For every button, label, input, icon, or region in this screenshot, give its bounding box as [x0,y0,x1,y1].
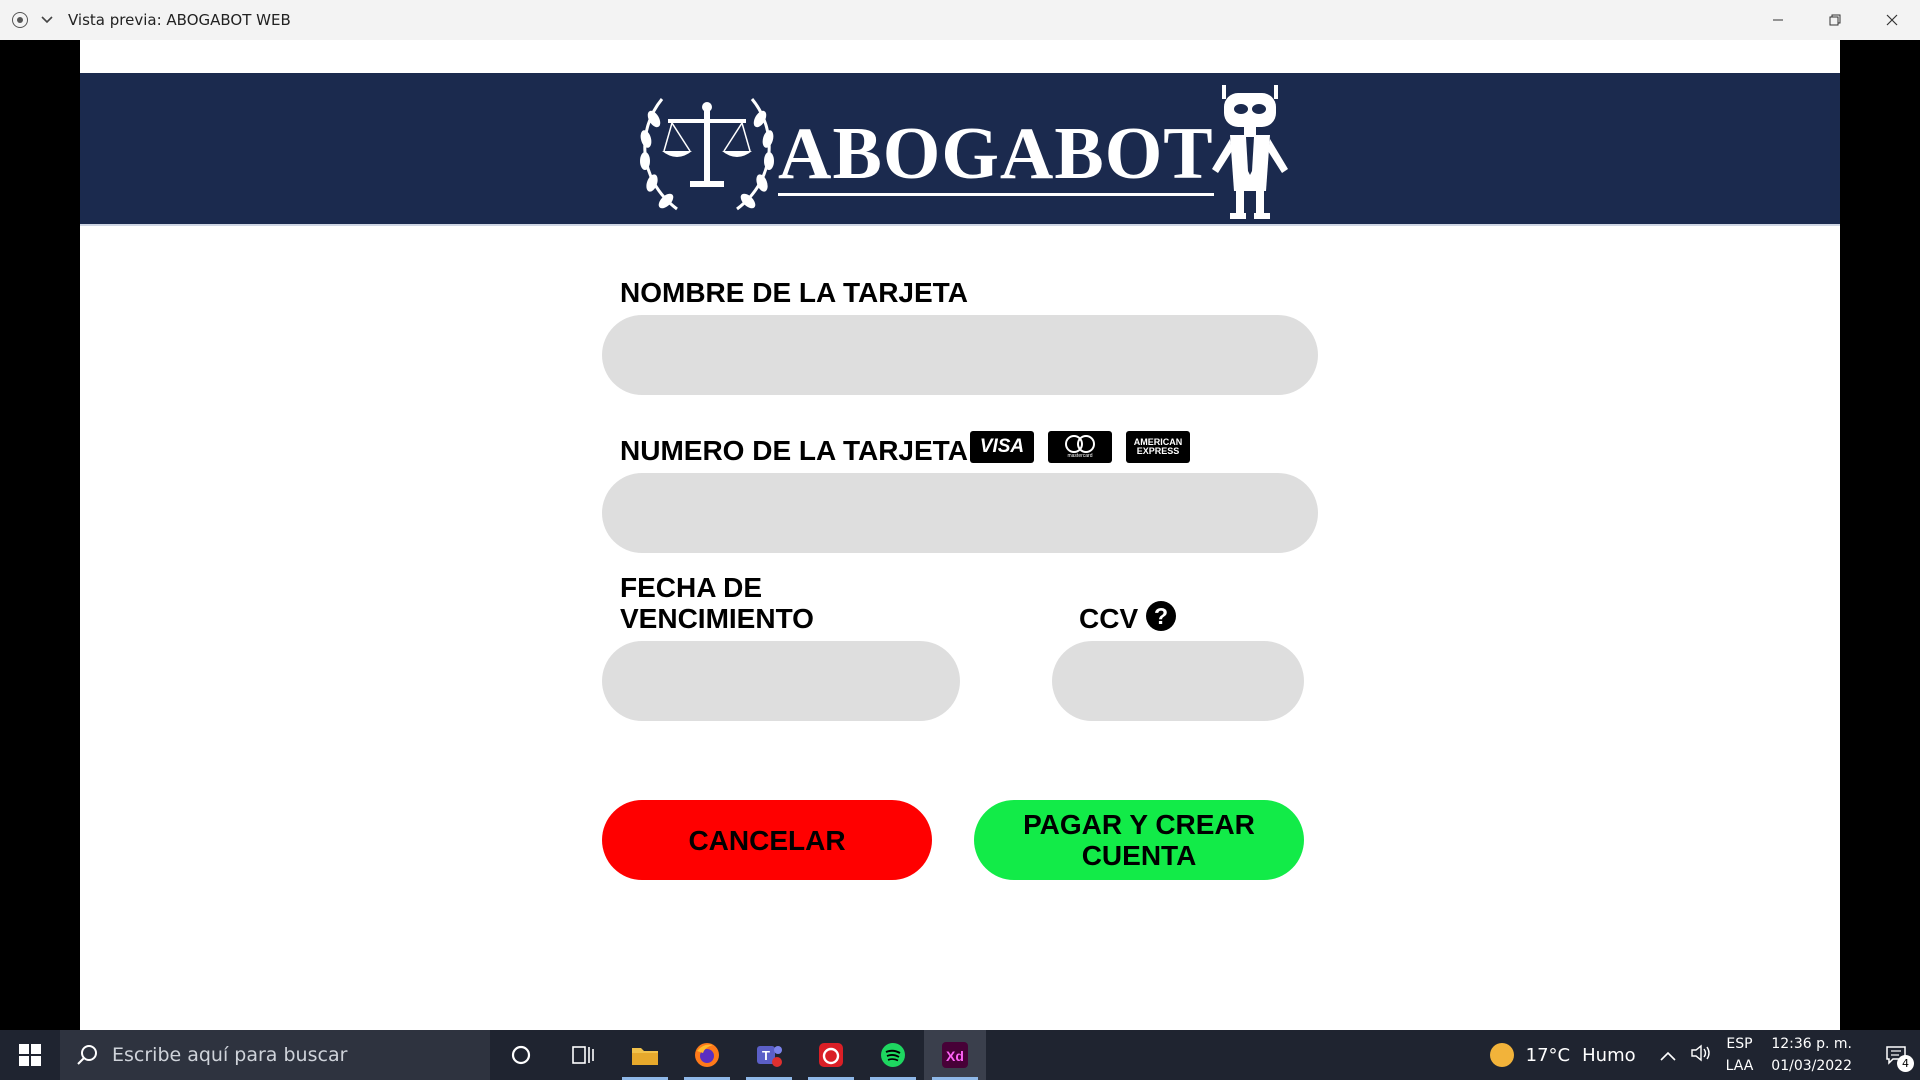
visa-icon: VISA [970,431,1034,463]
restore-icon [1829,14,1840,26]
creative-cloud-icon[interactable] [800,1030,862,1080]
speaker-icon[interactable] [1690,1044,1712,1066]
abogabot-logo: ABOGABOT [632,79,1292,223]
windows-logo-icon [19,1044,41,1066]
expiry-date-input[interactable] [602,641,960,721]
restore-button[interactable] [1806,0,1863,40]
app-record-icon [12,12,28,28]
card-name-input[interactable] [602,315,1318,395]
header-banner: ABOGABOT [80,73,1840,226]
question-circle-icon[interactable]: ? [1146,601,1176,631]
weather-description: Humo [1582,1044,1636,1066]
task-view-icon[interactable] [552,1030,614,1080]
chevron-down-icon[interactable] [40,13,54,27]
adobe-xd-icon[interactable]: Xd [924,1030,986,1080]
firefox-icon[interactable] [676,1030,738,1080]
card-number-input[interactable] [602,473,1318,553]
chevron-up-icon[interactable] [1660,1046,1676,1065]
robot-mascot-icon [1212,85,1288,219]
scales-laurel-icon [640,98,774,211]
ccv-label: CCV [1079,603,1139,634]
search-icon [77,1045,97,1065]
taskbar-search-box[interactable]: Escribe aquí para buscar [60,1030,490,1080]
close-icon [1886,14,1897,26]
svg-text:Xd: Xd [946,1048,964,1064]
cancel-button[interactable]: CANCELAR [602,800,932,880]
logo-wordmark: ABOGABOT [778,113,1214,196]
minimize-button[interactable] [1749,0,1806,40]
language-code: ESP [1726,1036,1753,1052]
notification-count-badge: 4 [1897,1055,1914,1072]
clock-time: 12:36 p. m. [1771,1036,1852,1052]
window-title: Vista previa: ABOGABOT WEB [68,11,291,29]
search-placeholder: Escribe aquí para buscar [112,1044,348,1066]
keyboard-layout: LAA [1725,1058,1754,1074]
pay-button-label: PAGAR Y CREAR CUENTA [1023,809,1255,871]
window-titlebar: Vista previa: ABOGABOT WEB [0,0,1920,40]
input-language[interactable]: ESP LAA [1726,1033,1754,1077]
clock-date: 01/03/2022 [1771,1058,1852,1074]
card-brand-logos: VISA mastercard AMERICAN EXPRESS [970,431,1190,463]
clock[interactable]: 12:36 p. m. 01/03/2022 [1771,1033,1852,1077]
weather-sun-icon [1489,1043,1514,1067]
card-number-label: NUMERO DE LA TARJETA [620,435,968,466]
pay-and-create-account-button[interactable]: PAGAR Y CREAR CUENTA [974,800,1304,880]
ccv-input[interactable] [1052,641,1304,721]
notification-center-button[interactable]: 4 [1872,1030,1920,1080]
file-explorer-icon[interactable] [614,1030,676,1080]
american-express-icon: AMERICAN EXPRESS [1126,431,1190,463]
system-tray: 17°C Humo ESP LAA 12:36 p. m. 01/03/2022… [1489,1030,1920,1080]
mastercard-wordmark: mastercard [1067,453,1093,459]
windows-taskbar: Escribe aquí para buscar T Xd 17°C Humo [0,1030,1920,1080]
cortana-icon[interactable] [490,1030,552,1080]
mastercard-icon: mastercard [1048,431,1112,463]
weather-temperature: 17°C [1525,1044,1571,1066]
teams-icon[interactable]: T [738,1030,800,1080]
spotify-icon[interactable] [862,1030,924,1080]
svg-text:T: T [762,1048,770,1063]
preview-canvas: ABOGABOT NOMBRE DE LA TARJETA NUMERO DE … [80,40,1840,1030]
expiry-date-label: FECHA DE VENCIMIENTO [620,572,814,634]
close-button[interactable] [1863,0,1920,40]
start-button[interactable] [0,1030,60,1080]
minimize-icon [1772,19,1783,21]
card-name-label: NOMBRE DE LA TARJETA [620,277,968,308]
weather-widget[interactable]: 17°C Humo [1489,1043,1636,1067]
